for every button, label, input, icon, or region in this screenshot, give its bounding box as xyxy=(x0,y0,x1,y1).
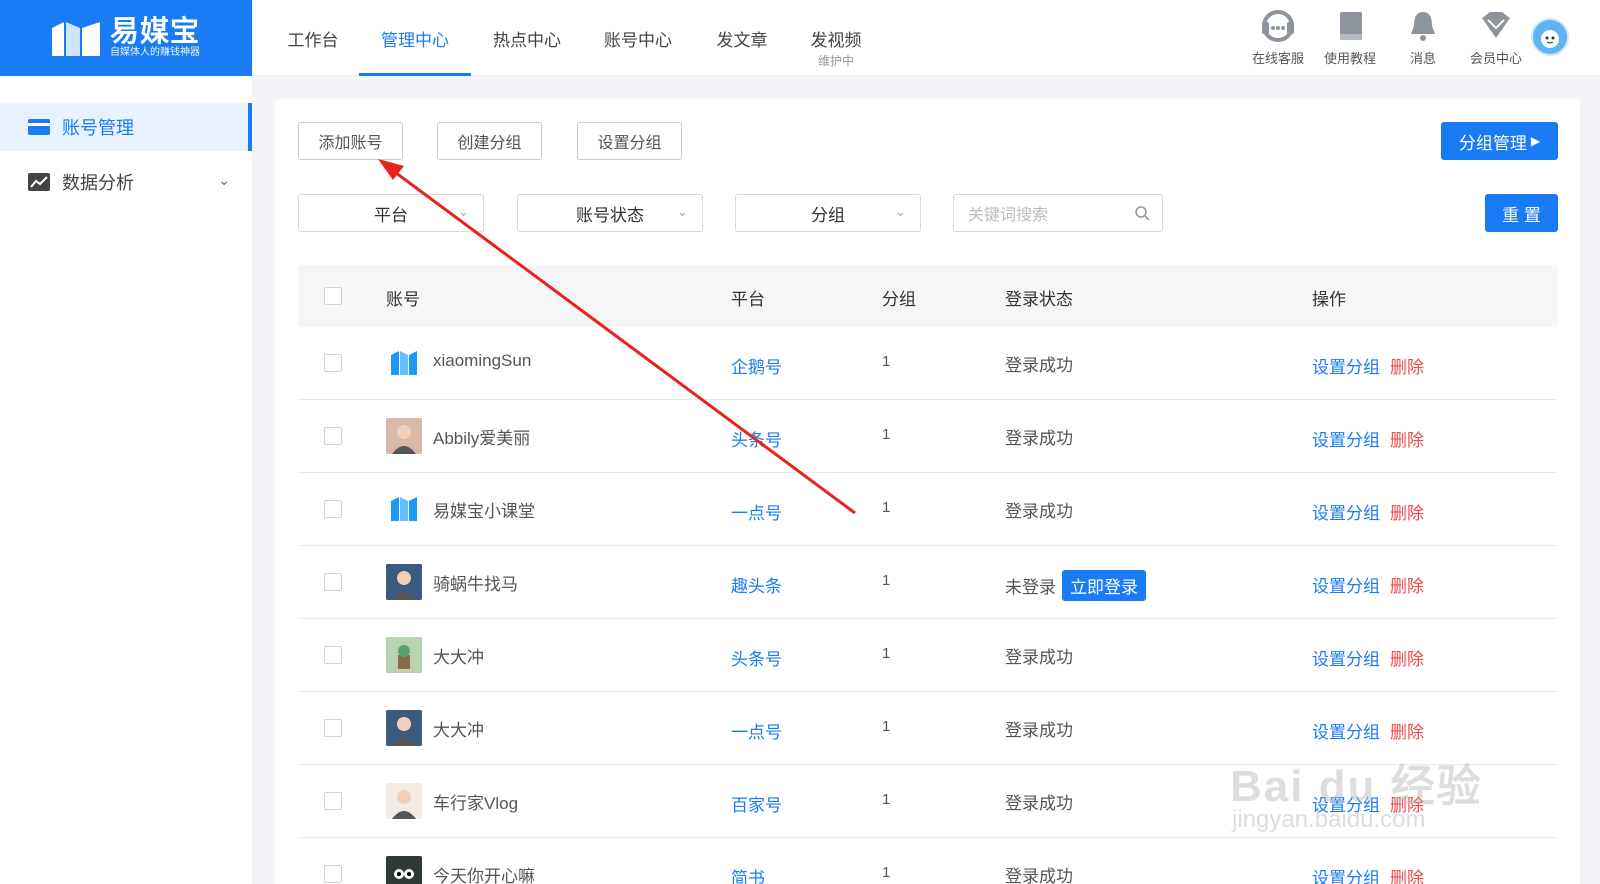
baidu-watermark-url: jingyan.baidu.com xyxy=(1232,806,1426,833)
baidu-watermark: Bai du 经验 xyxy=(1230,762,1483,811)
